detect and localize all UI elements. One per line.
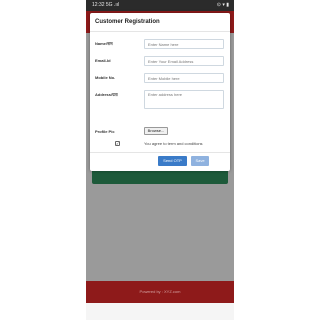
mobile-input[interactable] bbox=[144, 73, 224, 83]
agree-checkbox[interactable]: ✓ bbox=[115, 141, 120, 146]
status-icons: ⊙ ▾ ▮ bbox=[216, 2, 229, 8]
email-label: Email-Id bbox=[95, 58, 111, 63]
divider bbox=[90, 152, 230, 153]
divider bbox=[90, 31, 230, 32]
browse-button[interactable]: Browse... bbox=[144, 127, 168, 135]
email-input[interactable] bbox=[144, 56, 224, 66]
footer: Powered by : XYZ.com bbox=[86, 281, 234, 303]
footer-text: Powered by : XYZ.com bbox=[139, 289, 181, 294]
status-bar: 12:32 5G .ııl ⊙ ▾ ▮ bbox=[86, 0, 234, 11]
system-nav-bar bbox=[86, 303, 234, 320]
agree-text: You agree to term and conditions bbox=[144, 141, 203, 146]
status-time: 12:32 5G .ııl bbox=[92, 2, 120, 8]
phone-screen: 12:32 5G .ııl ⊙ ▾ ▮ Powered by : XYZ.com… bbox=[86, 0, 234, 320]
registration-modal: Customer Registration Name/नाम Email-Id … bbox=[90, 13, 230, 171]
address-label: Address/पता bbox=[95, 92, 118, 97]
mobile-label: Mobile No. bbox=[95, 75, 116, 80]
name-label: Name/नाम bbox=[95, 41, 113, 46]
address-input[interactable] bbox=[144, 90, 224, 109]
send-otp-button[interactable]: Send OTP bbox=[158, 156, 187, 166]
profile-pic-label: Profile Pic bbox=[95, 129, 115, 134]
modal-title: Customer Registration bbox=[95, 19, 160, 25]
save-button[interactable]: Save bbox=[191, 156, 209, 166]
name-input[interactable] bbox=[144, 39, 224, 49]
